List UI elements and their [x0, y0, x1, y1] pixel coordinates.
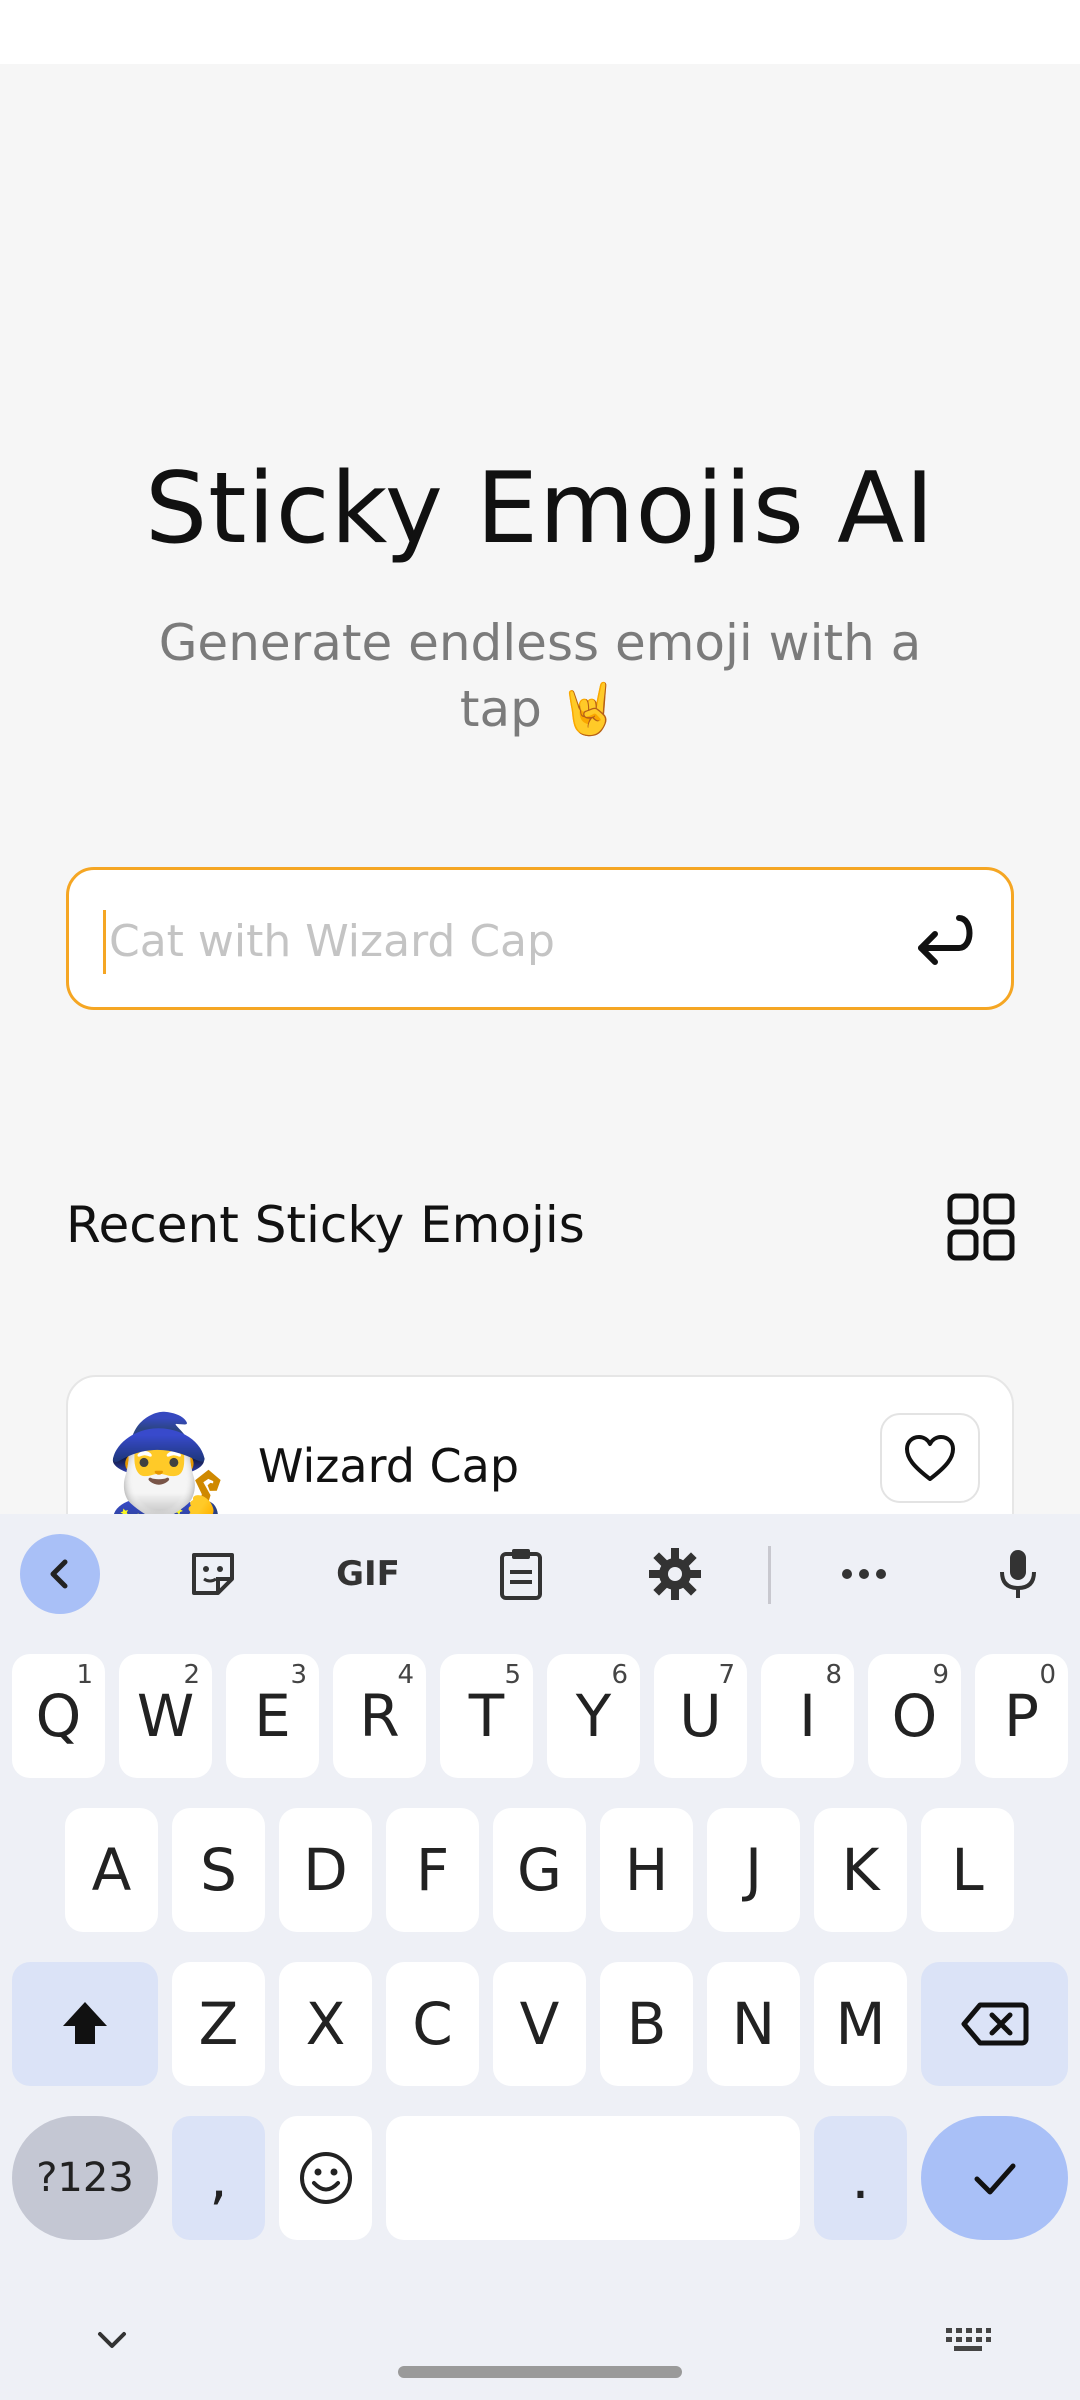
- period-key[interactable]: .: [814, 2116, 907, 2240]
- prompt-input[interactable]: [103, 896, 883, 986]
- key-g[interactable]: G: [493, 1808, 586, 1932]
- emoji-key[interactable]: [279, 2116, 372, 2240]
- key-o[interactable]: O9: [868, 1654, 961, 1778]
- gif-label: GIF: [336, 1554, 400, 1594]
- sticker-icon[interactable]: [173, 1534, 253, 1614]
- wizard-emoji-image: 🧙‍♂️: [104, 1408, 229, 1525]
- favorite-button[interactable]: [880, 1413, 980, 1503]
- key-label: R: [359, 1682, 400, 1750]
- key-x[interactable]: X: [279, 1962, 372, 2086]
- key-hint: 1: [76, 1660, 93, 1690]
- keyboard-toolbar: GIF: [0, 1514, 1080, 1634]
- recent-section-title: Recent Sticky Emojis: [66, 1196, 585, 1254]
- key-hint: 6: [611, 1660, 628, 1690]
- toolbar-divider: [768, 1546, 771, 1604]
- key-b[interactable]: B: [600, 1962, 693, 2086]
- key-label: Y: [575, 1682, 612, 1750]
- backspace-icon: [961, 2002, 1028, 2046]
- key-s[interactable]: S: [172, 1808, 265, 1932]
- checkmark-icon: [974, 2163, 1015, 2195]
- gif-button[interactable]: GIF: [328, 1534, 408, 1614]
- key-m[interactable]: M: [814, 1962, 907, 2086]
- key-d[interactable]: D: [279, 1808, 372, 1932]
- heart-icon: [905, 1435, 955, 1481]
- smiley-icon: [299, 2152, 352, 2204]
- key-v[interactable]: V: [493, 1962, 586, 2086]
- more-options-icon[interactable]: [824, 1534, 904, 1614]
- status-bar: [0, 0, 1080, 64]
- app-screen: Sticky Emojis AI Generate endless emoji …: [0, 64, 1080, 1575]
- soft-keyboard: G I F Q 1 W 2 E 3 R 4 T 5 Y 6 U 7 I 8 O 9 …: [0, 1514, 1080, 2400]
- backspace-key[interactable]: [921, 1962, 1068, 2086]
- key-c[interactable]: C: [386, 1962, 479, 2086]
- key-hint: 5: [504, 1660, 521, 1690]
- toolbar-back-button[interactable]: [20, 1534, 100, 1614]
- emoji-name: Wizard Cap: [258, 1439, 520, 1493]
- key-q[interactable]: Q1: [12, 1654, 105, 1778]
- key-z[interactable]: Z: [172, 1962, 265, 2086]
- key-j[interactable]: J: [707, 1808, 800, 1932]
- done-key[interactable]: [921, 2116, 1068, 2240]
- key-r[interactable]: R4: [333, 1654, 426, 1778]
- key-l[interactable]: L: [921, 1808, 1014, 1932]
- app-title: Sticky Emojis AI: [144, 452, 936, 566]
- key-a[interactable]: A: [65, 1808, 158, 1932]
- key-label: E: [254, 1682, 291, 1750]
- key-label: I: [798, 1682, 817, 1750]
- clipboard-icon[interactable]: [481, 1534, 561, 1614]
- key-label: Q: [35, 1682, 82, 1750]
- microphone-icon[interactable]: [978, 1534, 1058, 1614]
- home-indicator[interactable]: [398, 2366, 682, 2378]
- keyboard-nav-bar: [0, 2284, 1080, 2400]
- key-y[interactable]: Y6: [547, 1654, 640, 1778]
- key-label: P: [1004, 1682, 1039, 1750]
- key-u[interactable]: U7: [654, 1654, 747, 1778]
- comma-key[interactable]: ,: [172, 2116, 265, 2240]
- key-hint: 2: [183, 1660, 200, 1690]
- enter-icon[interactable]: [907, 904, 981, 978]
- app-subtitle: Generate endless emoji with a tap 🤘: [158, 614, 922, 738]
- key-f[interactable]: F: [386, 1808, 479, 1932]
- prompt-input-box[interactable]: [66, 867, 1014, 1010]
- key-label: T: [468, 1682, 505, 1750]
- chevron-left-icon: [50, 1559, 68, 1589]
- key-hint: 9: [932, 1660, 949, 1690]
- key-t[interactable]: T5: [440, 1654, 533, 1778]
- key-hint: 7: [718, 1660, 735, 1690]
- shift-arrow-icon: [63, 2002, 107, 2044]
- key-label: W: [136, 1682, 195, 1750]
- key-w[interactable]: W2: [119, 1654, 212, 1778]
- space-bar[interactable]: [386, 2116, 800, 2240]
- grid-view-icon[interactable]: [946, 1192, 1016, 1262]
- key-label: U: [679, 1682, 722, 1750]
- key-hint: 8: [825, 1660, 842, 1690]
- keyboard-switch-icon[interactable]: [944, 2320, 992, 2360]
- key-e[interactable]: E3: [226, 1654, 319, 1778]
- key-hint: 3: [290, 1660, 307, 1690]
- key-n[interactable]: N: [707, 1962, 800, 2086]
- key-label: O: [891, 1682, 938, 1750]
- chevron-down-icon[interactable]: [92, 2320, 132, 2360]
- shift-key[interactable]: [12, 1962, 158, 2086]
- key-hint: 4: [397, 1660, 414, 1690]
- key-h[interactable]: H: [600, 1808, 693, 1932]
- symbols-key[interactable]: ?123: [12, 2116, 158, 2240]
- key-k[interactable]: K: [814, 1808, 907, 1932]
- key-i[interactable]: I8: [761, 1654, 854, 1778]
- settings-gear-icon[interactable]: [635, 1534, 715, 1614]
- key-p[interactable]: P0: [975, 1654, 1068, 1778]
- key-hint: 0: [1039, 1660, 1056, 1690]
